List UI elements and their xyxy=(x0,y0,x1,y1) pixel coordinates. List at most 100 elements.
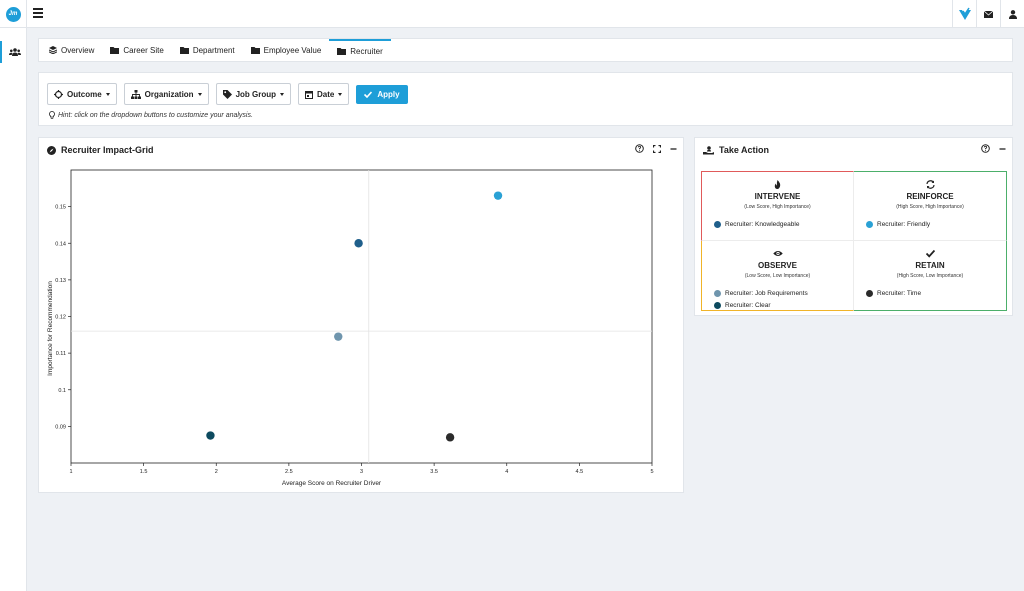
tab-employee-value[interactable]: Employee Value xyxy=(243,39,330,61)
reinforce-title: REINFORCE xyxy=(906,192,954,201)
y-tick-label: 0.13 xyxy=(55,278,66,284)
reinforce-subtitle: (High Score, High Importance) xyxy=(896,204,964,210)
y-tick-label: 0.09 xyxy=(55,424,66,430)
organization-label: Organization xyxy=(144,89,194,99)
y-tick-label: 0.15 xyxy=(55,205,66,211)
apply-button[interactable]: Apply xyxy=(356,85,408,104)
filter-panel: Outcome Organization Job Group Date Appl… xyxy=(38,72,1013,126)
tab-label: Employee Value xyxy=(263,45,322,55)
date-label: Date xyxy=(317,89,335,99)
check-icon xyxy=(925,249,935,258)
tab-label: Department xyxy=(192,45,235,55)
item-label: Recruiter: Clear xyxy=(725,301,771,309)
help-icon[interactable] xyxy=(981,144,990,153)
impact-grid-chart: 1 1.5 2 2.5 3 3.5 4 4.5 5 0.09 0.1 0.11 0.12 0.13 0.14… xyxy=(47,169,654,487)
folder-icon xyxy=(179,46,189,54)
menu-toggle-icon[interactable] xyxy=(33,8,43,20)
x-tick-label: 3.5 xyxy=(430,469,438,475)
brand-badge-icon[interactable] xyxy=(952,0,976,28)
quadrant-retain: RETAIN (High Score, Low Importance) Recr… xyxy=(854,241,1007,311)
outcome-dropdown[interactable]: Outcome xyxy=(47,83,117,105)
caret-down-icon xyxy=(197,92,202,96)
folder-icon xyxy=(337,47,347,55)
data-point xyxy=(354,239,363,248)
list-item: Recruiter: Job Requirements xyxy=(714,287,808,299)
folder-icon xyxy=(110,46,120,54)
tab-label: Career Site xyxy=(123,45,164,55)
observe-subtitle: (Low Score, Low Importance) xyxy=(744,273,811,279)
tab-label: Overview xyxy=(61,45,95,55)
legend-dot xyxy=(866,220,873,228)
observe-title: OBSERVE xyxy=(758,261,797,270)
organization-dropdown[interactable]: Organization xyxy=(123,83,209,105)
data-point xyxy=(334,332,343,341)
quadrant-intervene: INTERVENE (Low Score, High Importance) R… xyxy=(701,171,854,241)
tab-label: Recruiter xyxy=(350,46,383,56)
caret-down-icon xyxy=(105,92,110,96)
tab-recruiter[interactable]: Recruiter xyxy=(329,39,391,61)
retain-subtitle: (High Score, Low Importance) xyxy=(896,273,964,279)
list-item: Recruiter: Friendly xyxy=(866,218,930,230)
layers-icon xyxy=(49,46,57,54)
y-axis-label: Importance for Recommendation xyxy=(47,281,54,376)
x-tick-label: 1 xyxy=(69,469,72,475)
eye-icon xyxy=(772,251,783,256)
job-group-label: Job Group xyxy=(235,89,277,99)
quadrant-reinforce: REINFORCE (High Score, High Importance) … xyxy=(854,171,1007,241)
take-action-card: Take Action INTERVENE (Low Score, High I… xyxy=(694,137,1013,316)
left-sidebar xyxy=(0,28,27,591)
hand-holding-user-icon xyxy=(703,145,714,154)
plot-area xyxy=(70,169,653,464)
tab-bar: Overview Career Site Department Employee… xyxy=(38,38,1013,62)
data-point xyxy=(206,431,215,440)
tab-department[interactable]: Department xyxy=(172,39,243,61)
legend-dot xyxy=(714,220,721,228)
x-tick-label: 2 xyxy=(215,469,218,475)
item-label: Recruiter: Job Requirements xyxy=(725,289,808,297)
list-item: Recruiter: Clear xyxy=(714,299,808,311)
sync-icon xyxy=(925,180,935,189)
calendar-icon xyxy=(305,90,314,99)
item-label: Recruiter: Time xyxy=(877,289,922,297)
sitemap-icon xyxy=(130,89,141,99)
item-label: Recruiter: Friendly xyxy=(877,220,931,228)
minimize-icon[interactable] xyxy=(999,145,1006,153)
tab-career-site[interactable]: Career Site xyxy=(102,39,171,61)
intervene-subtitle: (Low Score, High Importance) xyxy=(744,204,811,210)
legend-dot xyxy=(714,301,721,309)
x-axis-label: Average Score on Recruiter Driver xyxy=(282,480,382,487)
hint-label: Hint: click on the dropdown buttons to c… xyxy=(58,111,253,119)
x-tick-label: 5 xyxy=(650,469,653,475)
take-action-header: Take Action xyxy=(703,145,769,155)
x-tick-label: 4 xyxy=(505,469,508,475)
action-quadrants: INTERVENE (Low Score, High Importance) R… xyxy=(701,171,1007,311)
caret-down-icon xyxy=(280,92,285,96)
outcome-label: Outcome xyxy=(67,89,102,99)
x-tick-label: 4.5 xyxy=(576,469,584,475)
apply-label: Apply xyxy=(377,90,400,99)
users-icon xyxy=(8,48,21,56)
legend-dot xyxy=(714,289,721,297)
data-point xyxy=(445,433,455,442)
app-logo[interactable]: Jm xyxy=(0,0,27,28)
folder-icon xyxy=(250,46,260,54)
user-icon[interactable] xyxy=(1000,0,1024,28)
logo-mark: Jm xyxy=(5,6,21,22)
retain-title: RETAIN xyxy=(915,261,945,270)
take-action-title: Take Action xyxy=(719,145,770,155)
tab-overview[interactable]: Overview xyxy=(41,39,102,61)
intervene-title: INTERVENE xyxy=(754,192,801,201)
date-dropdown[interactable]: Date xyxy=(298,83,350,105)
y-tick-label: 0.1 xyxy=(58,388,66,394)
hint-text: Hint: click on the dropdown buttons to c… xyxy=(49,111,253,119)
job-group-dropdown[interactable]: Job Group xyxy=(215,83,292,105)
x-tick-label: 2.5 xyxy=(285,469,293,475)
quadrant-observe: OBSERVE (Low Score, Low Importance) Recr… xyxy=(701,241,854,311)
data-point xyxy=(493,191,503,200)
sidebar-item-users[interactable] xyxy=(0,41,27,63)
y-tick-label: 0.11 xyxy=(56,351,66,357)
mail-icon[interactable] xyxy=(976,0,1000,28)
tag-icon xyxy=(222,89,232,99)
x-tick-label: 3 xyxy=(360,469,363,475)
fire-icon xyxy=(774,180,781,189)
